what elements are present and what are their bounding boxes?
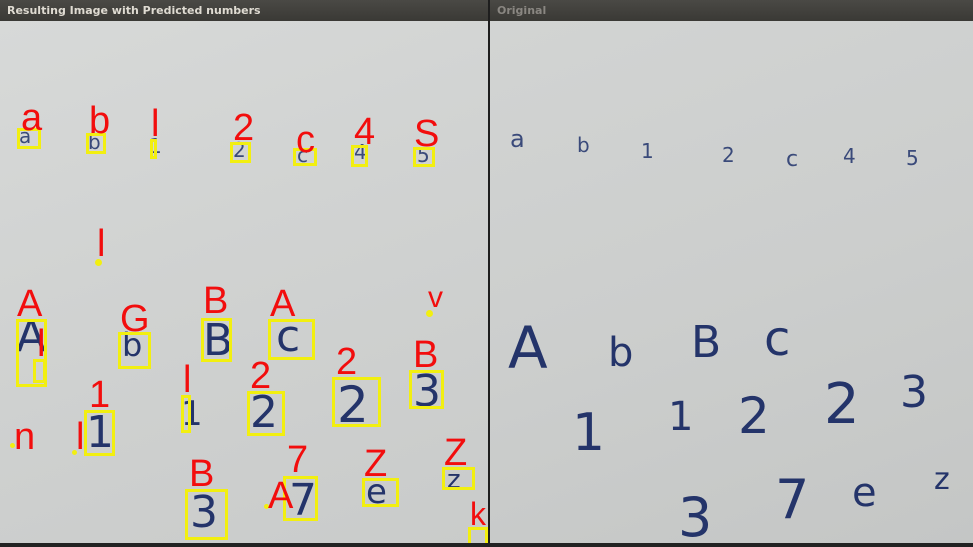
result-image: a b 1 2 c 4 5 A b B c 1 1 2 2 3 3 7 e z	[0, 21, 488, 547]
detection-box	[201, 318, 232, 362]
original-window-title: Original	[490, 0, 973, 21]
prediction-label: v	[428, 281, 443, 314]
prediction-label: c	[296, 119, 315, 161]
handwritten-char: 1	[668, 394, 694, 440]
prediction-label: 2	[336, 341, 358, 383]
prediction-label: B	[203, 280, 229, 322]
prediction-label: 1	[89, 374, 111, 416]
handwritten-char: 3	[678, 486, 713, 547]
handwritten-char: 5	[906, 146, 919, 170]
handwritten-char: e	[852, 470, 877, 516]
handwritten-char: A	[508, 314, 548, 382]
handwritten-char: a	[510, 125, 525, 153]
prediction-label: n	[14, 416, 36, 458]
detection-box	[268, 319, 315, 360]
original-window: Original a b 1 2 c 4 5 A b B c 1 1 2 2 3…	[490, 0, 973, 547]
handwritten-char: 2	[722, 143, 735, 167]
prediction-label: a	[21, 97, 43, 139]
detection-box	[332, 377, 381, 427]
handwritten-char: z	[934, 462, 950, 497]
prediction-label: 2	[250, 355, 272, 397]
handwritten-char: 4	[843, 144, 856, 168]
prediction-label: B	[413, 334, 439, 376]
prediction-label: B	[189, 453, 215, 495]
prediction-label: S	[414, 113, 440, 155]
prediction-label: b	[89, 100, 111, 142]
handwritten-char: c	[786, 147, 799, 172]
handwritten-char: 1	[572, 403, 606, 463]
handwritten-char: 2	[738, 387, 770, 445]
handwritten-char: b	[608, 330, 634, 376]
prediction-label: 4	[354, 111, 376, 153]
prediction-label: l	[97, 223, 106, 265]
handwritten-char: B	[691, 317, 722, 368]
original-image: a b 1 2 c 4 5 A b B c 1 1 2 2 3 3 7 e z	[490, 21, 973, 547]
result-window: Resulting Image with Predicted numbers a…	[0, 0, 488, 547]
prediction-label: 7	[287, 439, 309, 481]
prediction-label: l	[151, 103, 160, 145]
handwritten-char: 3	[900, 367, 928, 418]
prediction-label: A	[17, 283, 43, 325]
handwritten-char: 1	[641, 139, 654, 163]
prediction-label: l	[183, 359, 192, 401]
detection-box	[185, 489, 228, 540]
prediction-label: l	[76, 416, 85, 458]
handwritten-char: 2	[824, 372, 860, 437]
prediction-label: Z	[444, 432, 468, 474]
prediction-label: G	[120, 298, 150, 340]
taskbar-edge	[0, 543, 973, 547]
prediction-label: 2	[233, 107, 255, 149]
prediction-label: A	[270, 283, 296, 325]
prediction-label: k	[470, 496, 486, 532]
prediction-label: l	[37, 323, 46, 365]
detection-box	[84, 410, 115, 456]
result-window-title: Resulting Image with Predicted numbers	[0, 0, 488, 21]
prediction-label: Z	[364, 443, 388, 485]
detection-box	[247, 391, 285, 436]
prediction-label: A	[268, 475, 294, 517]
handwritten-char: b	[577, 133, 590, 157]
handwritten-char: 7	[775, 468, 810, 531]
handwritten-char: c	[764, 311, 791, 367]
